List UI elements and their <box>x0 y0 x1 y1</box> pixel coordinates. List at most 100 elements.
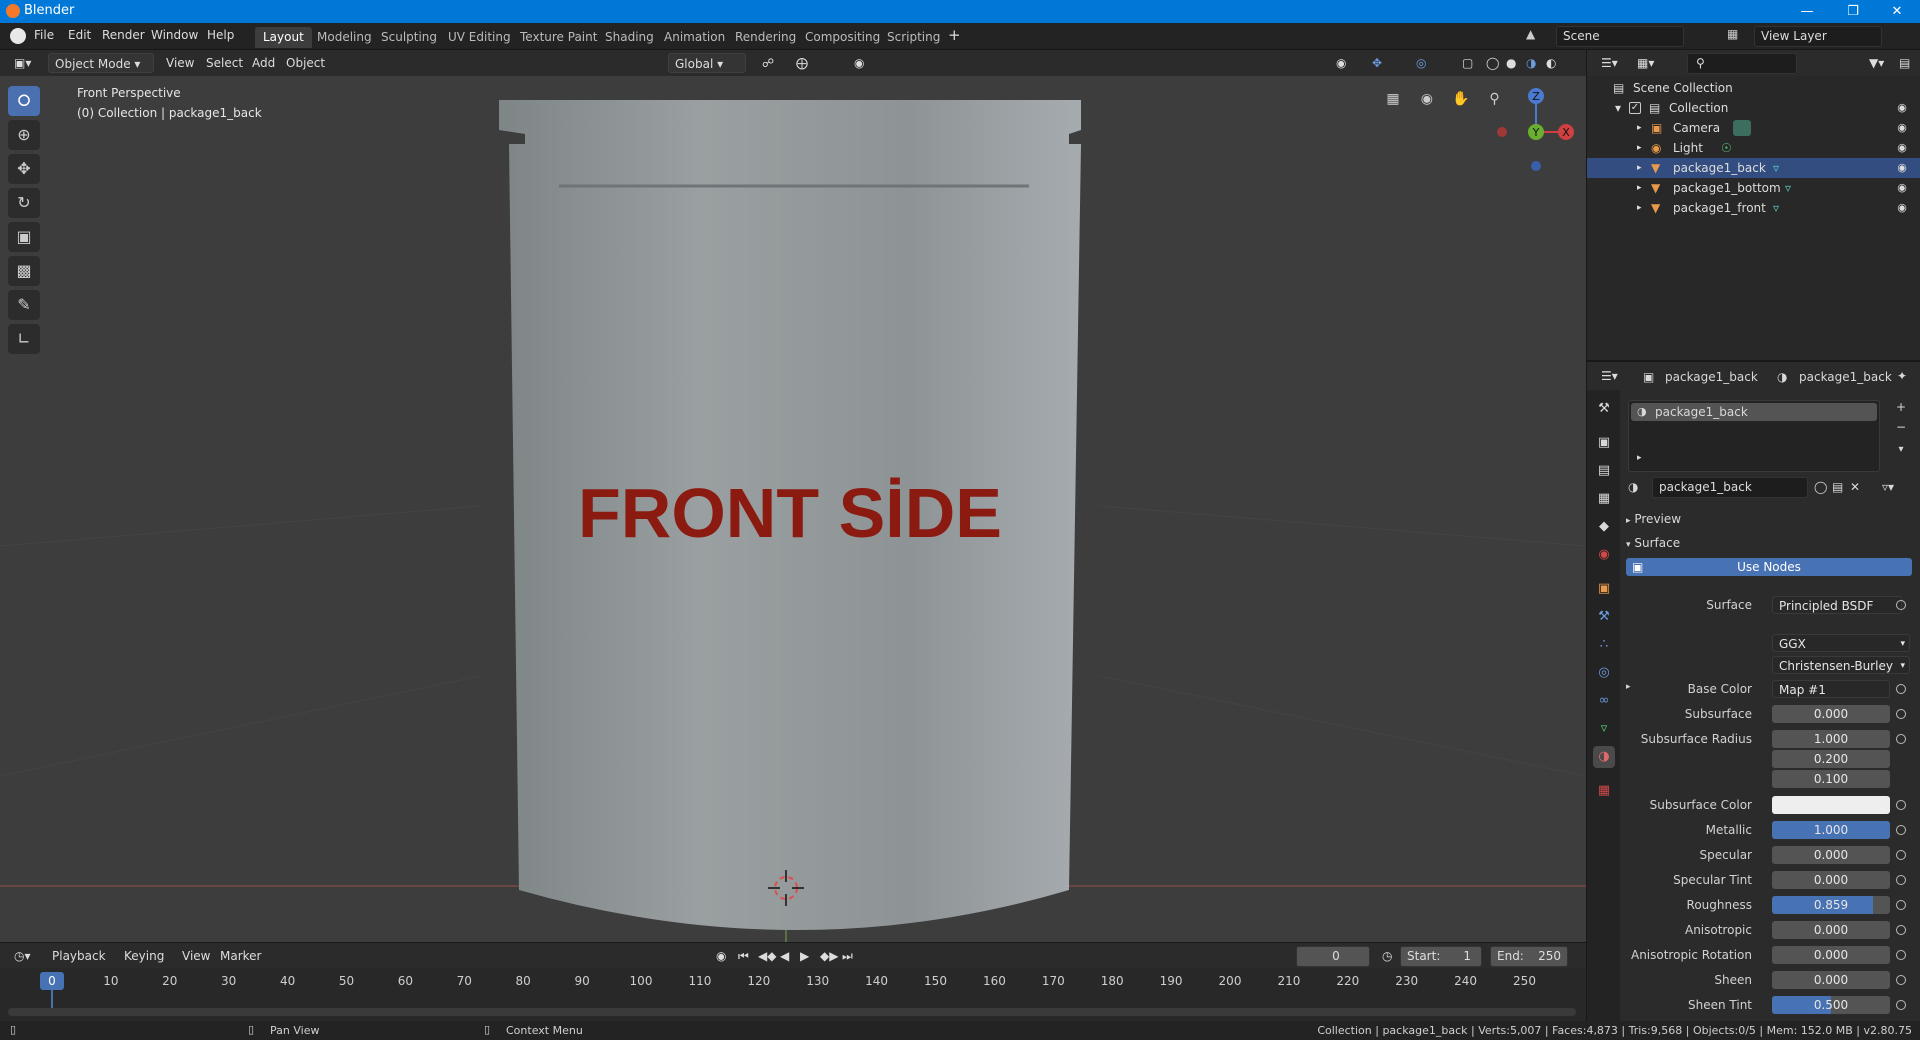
pan-hand-icon[interactable]: ✋ <box>1448 86 1474 112</box>
mesh-data-icon[interactable]: ▿ <box>1773 158 1779 178</box>
sheen-socket-icon[interactable] <box>1896 975 1906 985</box>
play-icon[interactable]: ▶ <box>794 946 815 966</box>
anisotropic-rotation-socket-icon[interactable] <box>1896 950 1906 960</box>
tab-animation[interactable]: Animation <box>656 27 733 48</box>
tab-sculpting[interactable]: Sculpting <box>373 27 445 48</box>
transform-orientation[interactable]: Global ▾ <box>668 53 746 73</box>
subsurface-color-socket-icon[interactable] <box>1896 800 1906 810</box>
fake-user-icon[interactable]: ◯ <box>1814 480 1827 494</box>
expand-arrow-icon[interactable]: ▸ <box>1637 198 1642 218</box>
constraints-tab-icon[interactable]: ∞ <box>1593 690 1615 712</box>
timeline-menu-keying[interactable]: Keying <box>118 946 170 966</box>
sheen-tint-slider[interactable]: 0.500 <box>1772 996 1890 1014</box>
output-tab-icon[interactable]: ▤ <box>1593 460 1615 482</box>
object-tab-icon[interactable]: ▣ <box>1593 578 1615 600</box>
specular-field[interactable]: 0.000 <box>1772 846 1890 864</box>
gizmo-neg-z-axis[interactable] <box>1531 161 1541 171</box>
3d-viewport[interactable]: ⭘ ⊕ ✥ ↻ ▣ ▩ ✎ ∟ Front Perspective (0) Co… <box>0 76 1586 942</box>
stopwatch-icon[interactable]: ◷ <box>1376 946 1398 966</box>
sheen-tint-socket-icon[interactable] <box>1896 1000 1906 1010</box>
mode-selector[interactable]: Object Mode ▾ <box>48 53 154 73</box>
material-tab-icon[interactable]: ◑ <box>1593 746 1615 768</box>
cursor-tool-icon[interactable]: ⊕ <box>8 120 40 150</box>
xray-icon[interactable]: ▢ <box>1456 53 1479 73</box>
tool-tab-icon[interactable]: ⚒ <box>1593 398 1615 420</box>
outliner-search-input[interactable]: ⚲ <box>1687 53 1797 74</box>
shading-rendered-icon[interactable]: ◐ <box>1540 53 1562 73</box>
camera-data-icon[interactable] <box>1733 120 1751 136</box>
outliner-row-collection[interactable]: ▾ ✓ ▤ Collection ◉ <box>1587 98 1920 118</box>
select-box-tool-icon[interactable]: ⭘ <box>8 86 40 116</box>
timeline-editor-icon[interactable]: ◷▾ <box>8 946 37 966</box>
data-tab-icon[interactable]: ▿ <box>1593 718 1615 740</box>
specular-tint-field[interactable]: 0.000 <box>1772 871 1890 889</box>
pivot-icon[interactable]: ☍ <box>756 53 780 73</box>
outliner-row-camera[interactable]: ▸ ▣ Camera ◉ <box>1587 118 1920 138</box>
anisotropic-rotation-field[interactable]: 0.000 <box>1772 946 1890 964</box>
grid-view-icon[interactable]: ▦ <box>1380 86 1406 112</box>
menu-edit[interactable]: Edit <box>68 28 91 42</box>
texture-tab-icon[interactable]: ▦ <box>1593 780 1615 802</box>
unlink-material-icon[interactable]: ✕ <box>1850 480 1860 494</box>
metallic-slider[interactable]: 1.000 <box>1772 821 1890 839</box>
slot-menu-icon[interactable]: ▾ <box>1892 444 1910 462</box>
add-workspace-icon[interactable]: + <box>948 26 961 44</box>
transform-tool-icon[interactable]: ▩ <box>8 256 40 286</box>
package-mesh[interactable]: FRONT SİDE <box>499 100 1081 930</box>
outliner-row-package1-bottom[interactable]: ▸ ▼ package1_bottom ▿ ◉ <box>1587 178 1920 198</box>
outliner-editor-icon[interactable]: ☰▾ <box>1595 53 1624 73</box>
outliner-row-package1-back[interactable]: ▸ ▼ package1_back ▿ ◉ <box>1587 158 1920 178</box>
material-slot-list[interactable]: package1_back ◑ ▸ <box>1628 400 1880 472</box>
new-collection-icon[interactable]: ▤ <box>1893 53 1916 73</box>
visibility-icon[interactable]: ◉ <box>1330 53 1352 73</box>
eye-icon[interactable]: ◉ <box>1895 121 1909 135</box>
end-frame-field[interactable]: End: 250 <box>1490 946 1568 967</box>
gizmo-neg-x-axis[interactable] <box>1497 127 1507 137</box>
navigation-gizmo[interactable]: Z X Y <box>1478 82 1574 178</box>
material-browse-icon[interactable]: ◑ <box>1628 480 1642 494</box>
world-tab-icon[interactable]: ◉ <box>1593 544 1615 566</box>
distribution-selector[interactable]: GGX ▾ <box>1772 634 1910 652</box>
eye-icon[interactable]: ◉ <box>1895 201 1909 215</box>
subsurface-radius-socket-icon[interactable] <box>1896 734 1906 744</box>
menu-window[interactable]: Window <box>151 28 198 42</box>
blender-menu-icon[interactable] <box>10 28 26 44</box>
subsurface-method-selector[interactable]: Christensen-Burley ▾ <box>1772 656 1910 674</box>
subsurface-radius-y-field[interactable]: 0.200 <box>1772 750 1890 768</box>
minimize-icon[interactable]: — <box>1784 0 1830 23</box>
expand-arrow-icon[interactable]: ▸ <box>1637 138 1642 158</box>
subsurface-radius-x-field[interactable]: 1.000 <box>1772 730 1890 748</box>
timeline-menu-marker[interactable]: Marker <box>214 946 267 966</box>
viewport-menu-select[interactable]: Select <box>200 53 249 73</box>
tab-rendering[interactable]: Rendering <box>727 27 804 48</box>
overlay-icon[interactable]: ◎ <box>1410 53 1432 73</box>
outliner-row-package1-front[interactable]: ▸ ▼ package1_front ▿ ◉ <box>1587 198 1920 218</box>
scale-tool-icon[interactable]: ▣ <box>8 222 40 252</box>
tab-layout[interactable]: Layout <box>255 27 312 48</box>
tab-modeling[interactable]: Modeling <box>309 27 380 48</box>
subsurface-color-swatch[interactable] <box>1772 796 1890 814</box>
menu-render[interactable]: Render <box>102 28 145 42</box>
outliner-row-light[interactable]: ▸ ◉ Light ☉ ◉ <box>1587 138 1920 158</box>
close-icon[interactable]: ✕ <box>1874 0 1920 23</box>
expand-arrow-icon[interactable]: ▸ <box>1637 178 1642 198</box>
base-color-field[interactable]: Map #1 <box>1772 680 1890 698</box>
surface-panel-header[interactable]: ▾ Surface <box>1626 536 1680 550</box>
view-layer-selector[interactable]: View Layer <box>1754 26 1882 47</box>
eye-icon[interactable]: ◉ <box>1895 181 1909 195</box>
measure-tool-icon[interactable]: ∟ <box>8 324 40 354</box>
restore-icon[interactable]: ❐ <box>1830 0 1876 23</box>
tab-compositing[interactable]: Compositing <box>797 27 888 48</box>
eye-icon[interactable]: ◉ <box>1895 141 1909 155</box>
record-icon[interactable]: ◉ <box>710 946 732 966</box>
view-layer-tab-icon[interactable]: ▦ <box>1593 488 1615 510</box>
expand-arrow-icon[interactable]: ▸ <box>1637 453 1642 463</box>
physics-tab-icon[interactable]: ◎ <box>1593 662 1615 684</box>
mesh-data-icon[interactable]: ▿ <box>1785 178 1791 198</box>
view-layer-icon[interactable]: ▦ <box>1727 27 1745 41</box>
expand-arrow-icon[interactable]: ▸ <box>1637 158 1642 178</box>
specular-tint-socket-icon[interactable] <box>1896 875 1906 885</box>
move-tool-icon[interactable]: ✥ <box>8 154 40 184</box>
play-reverse-icon[interactable]: ◀ <box>774 946 795 966</box>
material-datablock-field[interactable]: package1_back <box>1652 477 1808 498</box>
